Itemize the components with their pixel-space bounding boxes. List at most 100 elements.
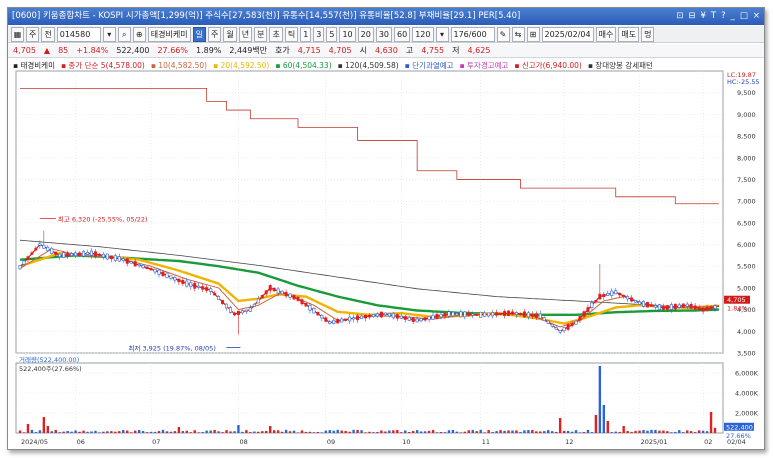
volume-bar [280, 431, 284, 433]
candle-body [538, 313, 542, 319]
volume-bar [253, 431, 256, 433]
candle-body [165, 272, 169, 279]
candle-body [368, 314, 371, 318]
volume-bar [292, 430, 296, 433]
volume-bar [102, 431, 105, 433]
candle-body [677, 304, 681, 308]
candle-body [471, 313, 475, 316]
candle-body [292, 295, 296, 300]
volume-bar [423, 431, 427, 433]
candle-body [701, 307, 705, 312]
candle-body [121, 258, 125, 261]
candle-body [542, 317, 546, 321]
candle-body [296, 296, 300, 301]
volume-bar [46, 426, 49, 433]
candle-body [129, 261, 133, 264]
volume-bar [257, 431, 260, 433]
candle-body [193, 282, 197, 289]
candle-body [574, 320, 578, 325]
candle-body [455, 313, 459, 316]
candle-body [415, 318, 419, 323]
volume-bar [519, 432, 522, 433]
candle-body [705, 307, 709, 311]
candle-body [34, 247, 38, 251]
volume-bar [137, 430, 141, 433]
candle-body [546, 320, 550, 324]
volume-bar [654, 429, 657, 433]
candle-body [673, 303, 677, 310]
candle-body [221, 300, 225, 304]
volume-last-label: 522,400주(27.66%) [19, 365, 82, 373]
candle-body [213, 292, 217, 296]
volume-bar [451, 429, 455, 433]
volume-bar [213, 429, 216, 433]
volume-bar [551, 431, 554, 433]
volume-bar [177, 427, 181, 433]
candle-body [526, 312, 530, 318]
time-axis-tick: 02 [704, 438, 712, 446]
candle-body [328, 321, 332, 324]
candle-body [626, 296, 630, 300]
volume-bar [650, 429, 653, 433]
volume-bar [535, 431, 538, 433]
candle-body [145, 266, 149, 270]
volume-bar [126, 430, 129, 433]
price-volume-chart[interactable]: 9,500 9,000 8,500 8,000 7,500 7,000 6,500 6,000… [8, 8, 764, 449]
volume-bar [483, 432, 486, 433]
volume-bar [638, 430, 641, 433]
candle-body [594, 299, 598, 302]
candle-body [248, 307, 252, 312]
candle-body [657, 304, 661, 310]
candle-body [240, 310, 244, 314]
volume-bar [459, 432, 463, 433]
candle-body [554, 327, 558, 330]
candle-body [352, 317, 356, 320]
volume-bar [66, 430, 69, 433]
volume-bar [209, 430, 212, 433]
time-axis-tick: 08 [239, 438, 247, 446]
price-pane [15, 70, 724, 354]
volume-bar [169, 431, 173, 433]
volume-bar [368, 431, 371, 433]
candle-body [82, 251, 86, 257]
volume-bar [431, 430, 435, 433]
candle-body [113, 255, 117, 261]
candle-body [26, 256, 30, 260]
volume-bar [74, 430, 77, 433]
volume-bar [662, 430, 665, 433]
candle-body [54, 251, 58, 255]
candle-body [503, 311, 507, 316]
volume-bar [697, 430, 701, 433]
candle-body [70, 253, 74, 256]
candle-body [590, 302, 594, 308]
volume-bar [447, 430, 451, 433]
candle-body [86, 252, 90, 255]
candle-body [58, 253, 62, 258]
candle-body [284, 291, 288, 297]
candle-body [550, 323, 554, 327]
volume-bar [272, 430, 276, 433]
candle-body [693, 305, 697, 310]
volume-bar [435, 432, 439, 433]
volume-bar [578, 432, 582, 433]
time-axis-tick: 2024/05 [21, 438, 48, 446]
candle-body [169, 275, 173, 279]
volume-bar [479, 429, 482, 433]
candle-body [30, 252, 34, 255]
volume-bar [658, 430, 661, 433]
candle-body [161, 271, 165, 277]
candle-body [499, 312, 503, 315]
volume-bar [376, 431, 379, 433]
candle-body [669, 304, 673, 310]
candle-body [201, 286, 205, 290]
candle-body [431, 314, 435, 320]
candle-body [566, 324, 570, 330]
candle-body [312, 308, 316, 314]
candle-body [89, 250, 93, 256]
volume-bar [237, 425, 240, 433]
candle-body [507, 310, 510, 316]
candle-body [205, 287, 209, 291]
volume-bar [265, 430, 268, 433]
candle-body [308, 304, 312, 311]
volume-bar [491, 432, 494, 433]
